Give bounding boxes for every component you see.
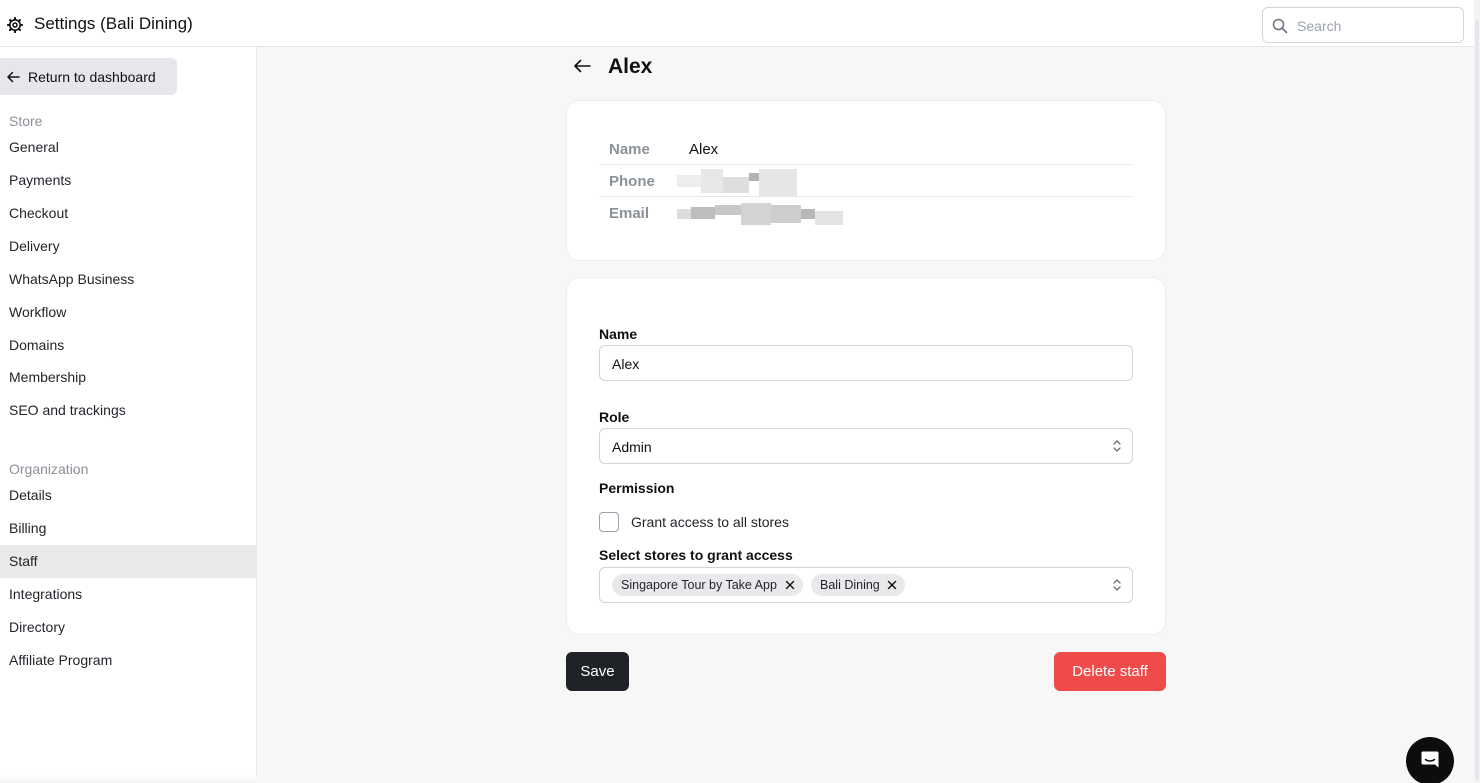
sidebar-item-label: Affiliate Program bbox=[9, 652, 113, 668]
sidebar-item-affiliate-program[interactable]: Affiliate Program bbox=[0, 644, 256, 677]
sidebar-item-details[interactable]: Details bbox=[0, 479, 256, 512]
sidebar-item-label: Payments bbox=[9, 172, 72, 188]
app-title: Settings (Bali Dining) bbox=[34, 14, 193, 33]
chat-icon bbox=[1421, 751, 1439, 768]
name-input-value: Alex bbox=[612, 356, 640, 372]
chat-launcher-button[interactable] bbox=[1406, 737, 1454, 783]
stores-multiselect[interactable]: Singapore Tour by Take App Bali Dining bbox=[599, 567, 1133, 603]
gear-icon[interactable] bbox=[7, 17, 23, 33]
name-input[interactable]: Alex bbox=[599, 345, 1133, 381]
info-row-phone: Phone bbox=[599, 165, 1133, 197]
sidebar-item-whatsapp-business[interactable]: WhatsApp Business bbox=[0, 263, 256, 296]
sidebar-item-label: Delivery bbox=[9, 238, 60, 254]
top-bar: Settings (Bali Dining) Search bbox=[0, 0, 1480, 47]
name-field-label: Name bbox=[599, 326, 638, 342]
info-name-label: Name bbox=[609, 141, 650, 158]
sidebar-item-checkout[interactable]: Checkout bbox=[0, 197, 256, 230]
page-scrollbar[interactable] bbox=[1474, 0, 1480, 783]
sidebar-item-integrations[interactable]: Integrations bbox=[0, 578, 256, 611]
sidebar-item-label: Directory bbox=[9, 619, 66, 635]
sidebar-item-workflow[interactable]: Workflow bbox=[0, 296, 256, 329]
close-icon[interactable] bbox=[784, 579, 796, 591]
back-arrow-icon[interactable] bbox=[573, 59, 591, 73]
close-icon[interactable] bbox=[886, 579, 898, 591]
sidebar-item-label: SEO and trackings bbox=[9, 402, 126, 418]
search-input[interactable]: Search bbox=[1297, 18, 1341, 34]
email-redacted bbox=[677, 201, 847, 227]
chevron-updown-icon bbox=[1113, 579, 1121, 591]
grant-all-stores-checkbox[interactable] bbox=[599, 512, 619, 532]
arrow-left-icon bbox=[7, 71, 20, 83]
sidebar-item-directory[interactable]: Directory bbox=[0, 611, 256, 644]
role-field-label: Role bbox=[599, 409, 630, 425]
sidebar-item-domains[interactable]: Domains bbox=[0, 329, 256, 362]
info-email-label: Email bbox=[609, 205, 650, 222]
save-button[interactable]: Save bbox=[566, 652, 629, 691]
sidebar-item-label: Workflow bbox=[9, 304, 67, 320]
info-name-value: Alex bbox=[689, 141, 719, 158]
sidebar-item-label: Staff bbox=[9, 553, 38, 569]
permission-label: Permission bbox=[599, 480, 675, 496]
select-stores-label: Select stores to grant access bbox=[599, 547, 793, 563]
sidebar-item-staff[interactable]: Staff bbox=[0, 545, 256, 578]
sidebar-item-label: Membership bbox=[9, 369, 87, 385]
sidebar-item-label: Integrations bbox=[9, 586, 83, 602]
sidebar-item-label: Checkout bbox=[9, 205, 69, 221]
scrollbar-thumb[interactable] bbox=[1475, 20, 1479, 780]
store-chip: Singapore Tour by Take App bbox=[612, 574, 803, 596]
sidebar-item-label: General bbox=[9, 139, 59, 155]
info-row-name: Name Alex bbox=[599, 133, 1133, 165]
return-to-dashboard-label: Return to dashboard bbox=[28, 69, 156, 85]
sidebar-item-label: Billing bbox=[9, 520, 47, 536]
organization-section-title: Organization bbox=[9, 461, 89, 477]
role-select-value: Admin bbox=[612, 439, 652, 455]
role-select[interactable]: Admin bbox=[599, 428, 1133, 464]
sidebar-item-general[interactable]: General bbox=[0, 131, 256, 164]
store-chip: Bali Dining bbox=[811, 574, 905, 596]
search-box[interactable]: Search bbox=[1262, 7, 1464, 43]
chevron-updown-icon bbox=[1113, 440, 1121, 452]
page-title: Alex bbox=[608, 55, 653, 78]
sidebar-item-label: WhatsApp Business bbox=[9, 271, 135, 287]
sidebar-item-delivery[interactable]: Delivery bbox=[0, 230, 256, 263]
info-row-email: Email bbox=[599, 197, 1133, 229]
search-icon bbox=[1272, 18, 1288, 34]
return-to-dashboard-button[interactable]: Return to dashboard bbox=[0, 58, 177, 95]
staff-edit-form: Name Alex Role Admin Permission Grant ac… bbox=[566, 277, 1166, 635]
sidebar-item-label: Domains bbox=[9, 337, 65, 353]
main-content: Alex Name Alex Phone Email Name Alex Rol… bbox=[257, 47, 1474, 783]
staff-info-card: Name Alex Phone Email bbox=[566, 100, 1166, 261]
delete-staff-button[interactable]: Delete staff bbox=[1054, 652, 1166, 691]
store-section-title: Store bbox=[9, 113, 43, 129]
store-chip-label: Bali Dining bbox=[820, 578, 880, 592]
sidebar-item-payments[interactable]: Payments bbox=[0, 164, 256, 197]
save-button-label: Save bbox=[580, 663, 615, 680]
sidebar-item-label: Details bbox=[9, 487, 52, 503]
info-phone-label: Phone bbox=[609, 173, 655, 190]
sidebar-item-seo-and-trackings[interactable]: SEO and trackings bbox=[0, 394, 256, 427]
grant-all-stores-label[interactable]: Grant access to all stores bbox=[631, 514, 789, 530]
store-chip-label: Singapore Tour by Take App bbox=[621, 578, 777, 592]
phone-redacted bbox=[677, 169, 797, 197]
sidebar-item-billing[interactable]: Billing bbox=[0, 512, 256, 545]
sidebar-item-membership[interactable]: Membership bbox=[0, 361, 256, 394]
delete-staff-button-label: Delete staff bbox=[1072, 663, 1148, 680]
sidebar: Return to dashboard Store General Paymen… bbox=[0, 47, 325, 783]
